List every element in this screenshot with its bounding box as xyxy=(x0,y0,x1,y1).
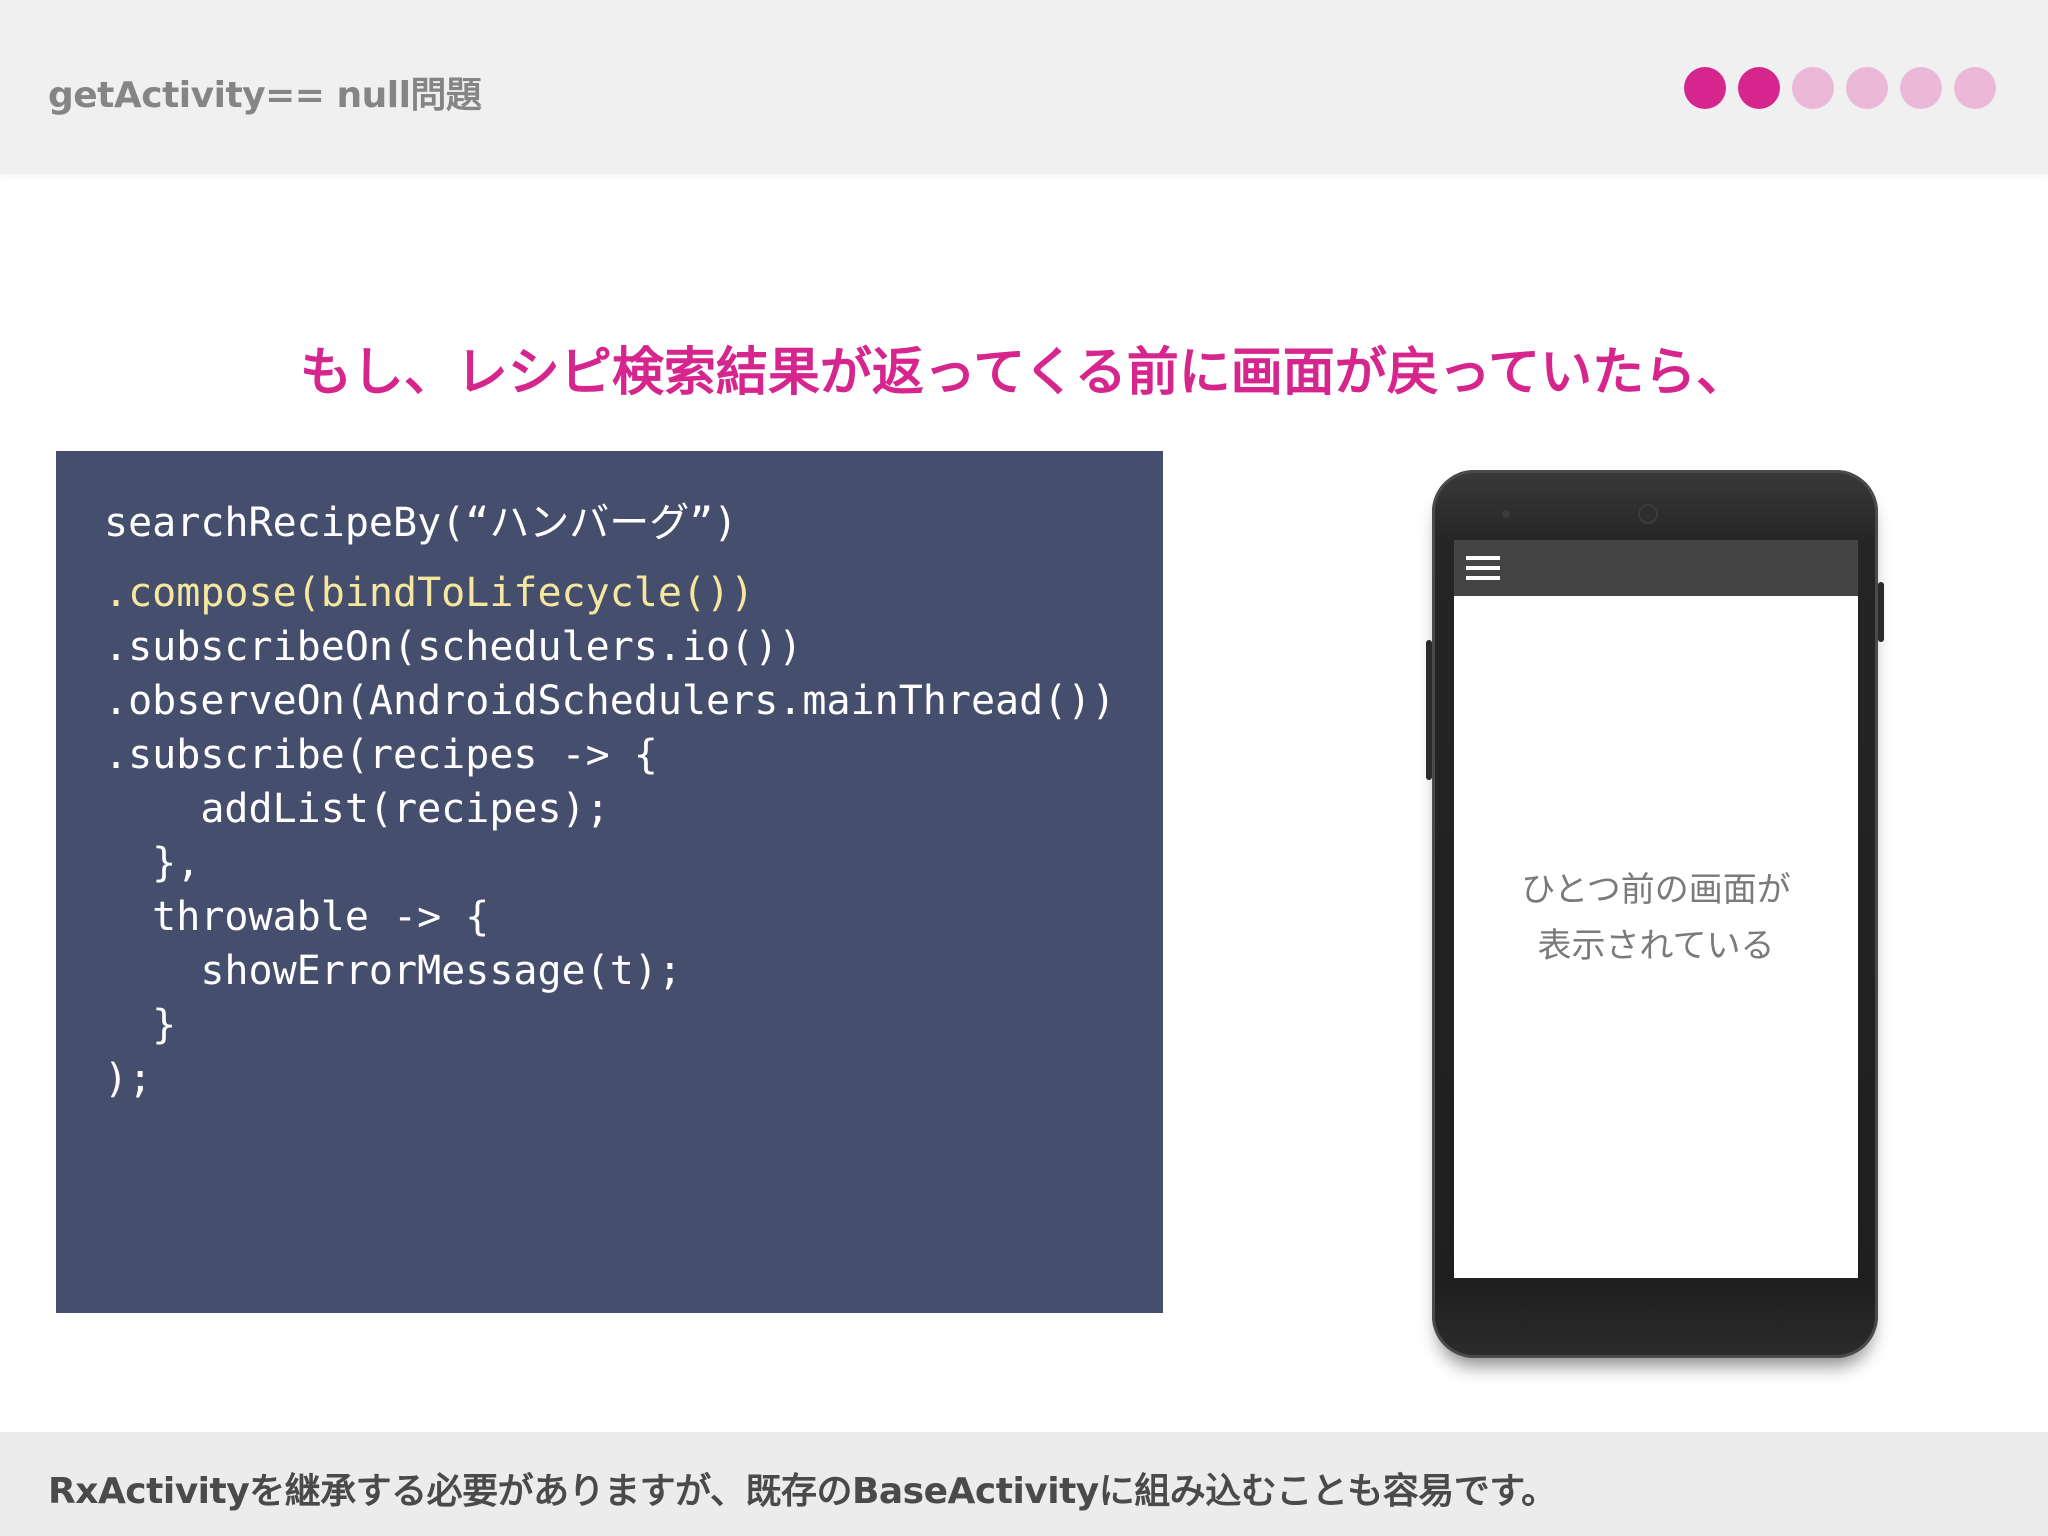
code-line: showErrorMessage(t); xyxy=(104,948,682,994)
slide-title: getActivity== null問題 xyxy=(48,75,482,116)
slide-footer: RxActivityを継承する必要がありますが、既存のBaseActivityに… xyxy=(0,1432,2048,1536)
code-block: searchRecipeBy(“ハンバーグ”) .compose(bindToL… xyxy=(56,451,1163,1313)
progress-dot xyxy=(1954,67,1996,109)
code-line: }, xyxy=(104,840,201,886)
progress-dot xyxy=(1684,67,1726,109)
screen-message-line2: 表示されている xyxy=(1537,926,1775,966)
code-line: throwable -> { xyxy=(104,894,490,940)
slide-headline: もし、レシピ検索結果が返ってくる前に画面が戻っていたら、 xyxy=(299,343,1749,403)
code-line: } xyxy=(104,1002,177,1048)
code-line: searchRecipeBy(“ハンバーグ”) xyxy=(104,500,738,546)
phone-camera xyxy=(1638,504,1658,524)
phone-power-button xyxy=(1878,582,1884,642)
screen-message-line1: ひとつ前の画面が xyxy=(1521,870,1791,910)
progress-dot xyxy=(1846,67,1888,109)
hamburger-menu-icon[interactable] xyxy=(1466,556,1500,580)
code-line: ); xyxy=(104,1056,153,1102)
slide-header: getActivity== null問題 xyxy=(0,0,2048,174)
app-bar xyxy=(1454,540,1858,596)
progress-dot xyxy=(1900,67,1942,109)
progress-dot xyxy=(1792,67,1834,109)
progress-dot xyxy=(1738,67,1780,109)
code-line: addList(recipes); xyxy=(104,786,610,832)
phone-sensor xyxy=(1502,510,1510,518)
code-line: .subscribeOn(schedulers.io()) xyxy=(104,624,803,670)
code-line: .observeOn(AndroidSchedulers.mainThread(… xyxy=(104,678,1116,724)
code-line: .subscribe(recipes -> { xyxy=(104,732,658,778)
phone-volume-button xyxy=(1426,640,1432,780)
phone-mockup: ひとつ前の画面が 表示されている xyxy=(1426,470,1884,1358)
code-line-highlighted: .compose(bindToLifecycle()) xyxy=(104,570,755,616)
footer-note: RxActivityを継承する必要がありますが、既存のBaseActivityに… xyxy=(48,1471,1557,1512)
phone-screen: ひとつ前の画面が 表示されている xyxy=(1454,540,1858,1278)
progress-dots xyxy=(1684,67,1996,109)
screen-message: ひとつ前の画面が 表示されている xyxy=(1454,862,1858,974)
